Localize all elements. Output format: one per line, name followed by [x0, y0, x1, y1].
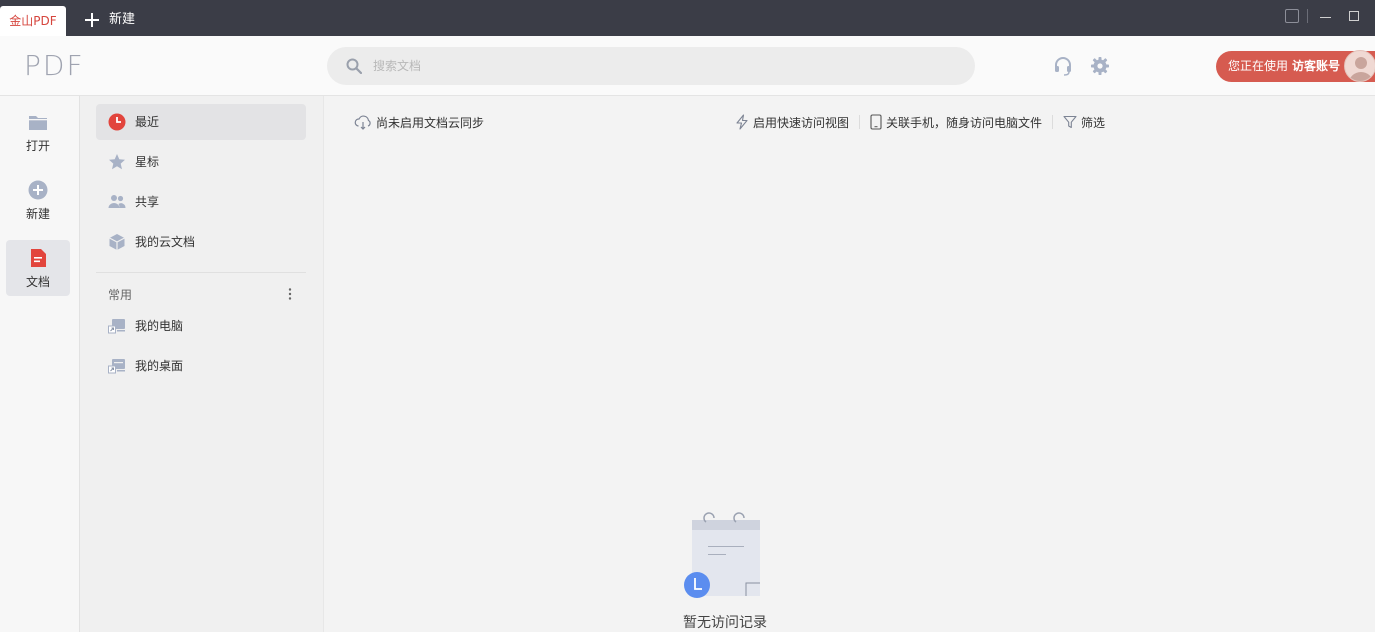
more-vertical-icon[interactable]: [284, 287, 296, 301]
toolbar-divider: [859, 115, 861, 129]
header: PDF 您正在使用访客账号: [0, 36, 1375, 96]
cloud-sync-icon: [354, 115, 371, 130]
headset-icon[interactable]: [1053, 56, 1073, 76]
rail-item-new[interactable]: 新建: [6, 172, 70, 228]
nav-item-label: 我的云文档: [135, 235, 196, 249]
maximize-button[interactable]: [1349, 11, 1359, 21]
star-icon: [109, 154, 125, 170]
new-tab-label: 新建: [109, 12, 136, 27]
main-content: 尚未启用文档云同步 启用快速访问视图 关联手机，随身访问电脑文件 筛选 暂无访问…: [325, 96, 1125, 632]
phone-icon: [870, 114, 882, 130]
minimize-button[interactable]: [1320, 17, 1331, 18]
search-input[interactable]: [373, 47, 953, 85]
quick-view-label: 启用快速访问视图: [753, 115, 850, 130]
plus-icon: [84, 12, 100, 28]
link-phone-label: 关联手机，随身访问电脑文件: [886, 115, 1043, 130]
right-filler: [1125, 96, 1375, 632]
people-icon: [108, 195, 126, 208]
nav-item-shared[interactable]: 共享: [96, 184, 306, 220]
empty-state-text: 暂无访问记录: [683, 615, 767, 631]
document-icon: [31, 249, 46, 267]
search-icon: [346, 58, 362, 74]
nav-item-label: 我的电脑: [135, 319, 184, 333]
nav-item-my-desktop[interactable]: 我的桌面: [96, 348, 306, 384]
new-tab-button[interactable]: 新建: [84, 8, 135, 32]
desktop-shortcut-icon: [108, 359, 125, 374]
search-bar[interactable]: [327, 47, 975, 85]
filter-label: 筛选: [1081, 115, 1106, 130]
nav-item-cloud-docs[interactable]: 我的云文档: [96, 224, 306, 260]
nav-panel: 最近 星标 共享 我的云文档 常用 我的电脑 我的桌面: [80, 96, 324, 632]
window-divider: [1307, 9, 1308, 23]
folder-icon: [29, 116, 47, 130]
filter-button[interactable]: 筛选: [1063, 114, 1105, 131]
filter-icon: [1063, 115, 1077, 129]
link-phone-button[interactable]: 关联手机，随身访问电脑文件: [870, 114, 1042, 131]
clock-icon: [108, 113, 126, 131]
lightning-icon: [736, 114, 748, 130]
computer-shortcut-icon: [108, 319, 125, 334]
user-icon: [1349, 57, 1373, 81]
nav-section-title: 常用: [108, 288, 133, 302]
plus-circle-icon: [28, 180, 48, 200]
cloud-sync-status[interactable]: 尚未启用文档云同步: [354, 113, 484, 131]
nav-item-label: 最近: [135, 115, 160, 129]
rail-item-label: 新建: [25, 207, 50, 221]
tab-kingsoft-pdf[interactable]: 金山PDF: [0, 6, 66, 36]
pdf-logo: PDF: [24, 49, 85, 82]
account-name: 访客账号: [1292, 59, 1341, 73]
nav-divider: [96, 272, 306, 273]
title-bar: 金山PDF 新建: [0, 0, 1375, 36]
avatar[interactable]: [1344, 50, 1375, 82]
nav-item-label: 星标: [135, 155, 160, 169]
rail-item-open[interactable]: 打开: [6, 104, 70, 160]
cloud-box-icon: [109, 234, 125, 250]
gear-icon[interactable]: [1090, 56, 1110, 76]
nav-item-label: 共享: [135, 195, 160, 209]
nav-item-recent[interactable]: 最近: [96, 104, 306, 140]
cloud-sync-label: 尚未启用文档云同步: [376, 115, 485, 130]
nav-item-starred[interactable]: 星标: [96, 144, 306, 180]
account-prefix: 您正在使用: [1228, 59, 1289, 73]
toolbar-actions: 启用快速访问视图 关联手机，随身访问电脑文件 筛选: [735, 113, 1105, 131]
toolbar-divider: [1052, 115, 1054, 129]
phone-icon[interactable]: [1285, 9, 1299, 23]
nav-item-my-computer[interactable]: 我的电脑: [96, 308, 306, 344]
left-rail: 打开 新建 文档: [0, 96, 80, 632]
rail-item-label: 文档: [25, 275, 50, 289]
rail-item-documents[interactable]: 文档: [6, 240, 70, 296]
rail-item-label: 打开: [25, 139, 50, 153]
quick-view-button[interactable]: 启用快速访问视图: [735, 114, 849, 131]
nav-item-label: 我的桌面: [135, 359, 184, 373]
